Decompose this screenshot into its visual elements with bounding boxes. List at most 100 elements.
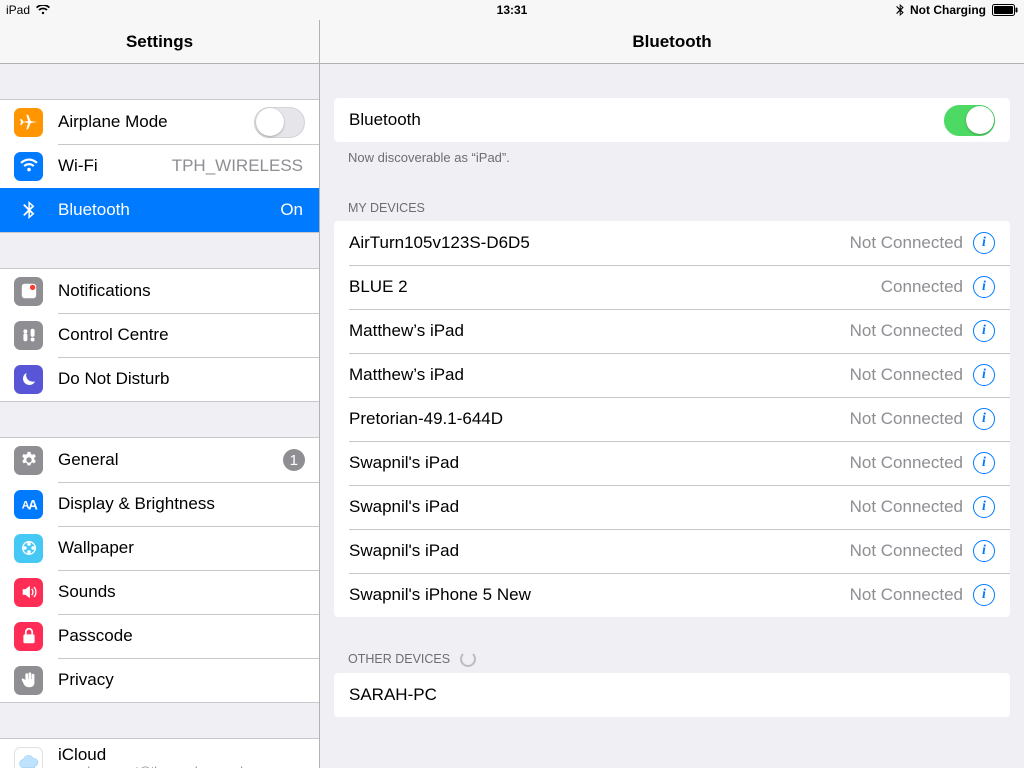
device-name: AirTurn105v123S-D6D5: [349, 233, 530, 253]
device-name: Pretorian-49.1-644D: [349, 409, 503, 429]
sidebar-item-label: Airplane Mode: [58, 112, 168, 132]
device-row[interactable]: BLUE 2 Connected i: [334, 265, 1010, 309]
other-devices-list: SARAH-PC: [334, 673, 1010, 717]
discoverable-note: Now discoverable as “iPad”.: [320, 142, 1024, 173]
bluetooth-icon: [14, 196, 43, 225]
bluetooth-status-icon: [896, 4, 904, 16]
wallpaper-icon: [14, 534, 43, 563]
airplane-toggle[interactable]: [254, 107, 305, 138]
device-status: Not Connected: [850, 365, 963, 385]
badge: 1: [283, 449, 305, 471]
bluetooth-toggle-label: Bluetooth: [349, 110, 421, 130]
bluetooth-toggle[interactable]: [944, 105, 995, 136]
moon-icon: [14, 365, 43, 394]
info-icon[interactable]: i: [973, 232, 995, 254]
device-name: Swapnil's iPad: [349, 453, 459, 473]
sidebar-item-notifications[interactable]: Notifications: [0, 269, 319, 313]
device-row[interactable]: AirTurn105v123S-D6D5 Not Connected i: [334, 221, 1010, 265]
sidebar-item-sounds[interactable]: Sounds: [0, 570, 319, 614]
device-name: Matthew’s iPad: [349, 365, 464, 385]
detail-pane: Bluetooth Now discoverable as “iPad”. MY…: [320, 64, 1024, 768]
other-device-row[interactable]: SARAH-PC: [334, 673, 1010, 717]
display-icon: AA: [14, 490, 43, 519]
device-status: Not Connected: [850, 453, 963, 473]
battery-icon: [992, 4, 1018, 16]
device-row[interactable]: Swapnil's iPhone 5 New Not Connected i: [334, 573, 1010, 617]
hand-icon: [14, 666, 43, 695]
device-row[interactable]: Swapnil's iPad Not Connected i: [334, 441, 1010, 485]
airplane-icon: [14, 108, 43, 137]
info-icon[interactable]: i: [973, 452, 995, 474]
sidebar-item-airplane[interactable]: Airplane Mode: [0, 100, 319, 144]
sidebar-item-label: Wallpaper: [58, 538, 134, 558]
sidebar-item-wallpaper[interactable]: Wallpaper: [0, 526, 319, 570]
other-devices-label: OTHER DEVICES: [348, 652, 450, 666]
settings-sidebar[interactable]: Airplane Mode Wi-Fi TPH_WIRELESS Bluetooth O…: [0, 64, 320, 768]
sidebar-item-label: Do Not Disturb: [58, 369, 169, 389]
nav-bar: Settings Bluetooth: [0, 20, 1024, 64]
device-status: Not Connected: [850, 585, 963, 605]
sidebar-item-controlcentre[interactable]: Control Centre: [0, 313, 319, 357]
device-name: SARAH-PC: [349, 685, 437, 705]
sidebar-item-passcode[interactable]: Passcode: [0, 614, 319, 658]
sidebar-item-label: Passcode: [58, 626, 133, 646]
sidebar-item-label: Privacy: [58, 670, 114, 690]
sidebar-item-label: Wi-Fi: [58, 156, 98, 176]
charging-label: Not Charging: [910, 3, 986, 17]
cloud-icon: [14, 747, 43, 768]
info-icon[interactable]: i: [973, 276, 995, 298]
gear-icon: [14, 446, 43, 475]
info-icon[interactable]: i: [973, 540, 995, 562]
bluetooth-toggle-row[interactable]: Bluetooth: [334, 98, 1010, 142]
device-status: Not Connected: [850, 321, 963, 341]
sidebar-item-label: Sounds: [58, 582, 116, 602]
sidebar-item-label: Control Centre: [58, 325, 169, 345]
sidebar-item-value: TPH_WIRELESS: [172, 156, 303, 176]
other-devices-header: OTHER DEVICES: [320, 645, 1024, 673]
sidebar-item-label: Notifications: [58, 281, 151, 301]
speaker-icon: [14, 578, 43, 607]
device-status: Not Connected: [850, 497, 963, 517]
device-status: Not Connected: [850, 541, 963, 561]
wifi-icon: [14, 152, 43, 181]
device-row[interactable]: Swapnil's iPadNot Connectedi: [334, 529, 1010, 573]
lock-icon: [14, 622, 43, 651]
sidebar-item-bluetooth[interactable]: Bluetooth On: [0, 188, 319, 232]
info-icon[interactable]: i: [973, 364, 995, 386]
bluetooth-toggle-group: Bluetooth: [334, 98, 1010, 142]
sidebar-item-label: Display & Brightness: [58, 494, 215, 514]
status-left: iPad: [6, 3, 50, 17]
nav-title-right: Bluetooth: [320, 20, 1024, 63]
my-devices-header: MY DEVICES: [320, 195, 1024, 221]
device-row[interactable]: Pretorian-49.1-644DNot Connectedi: [334, 397, 1010, 441]
status-bar: iPad 13:31 Not Charging: [0, 0, 1024, 20]
info-icon[interactable]: i: [973, 584, 995, 606]
device-name: BLUE 2: [349, 277, 408, 297]
device-row[interactable]: Swapnil's iPadNot Connectedi: [334, 485, 1010, 529]
device-name: Swapnil's iPhone 5 New: [349, 585, 531, 605]
nav-title-left: Settings: [0, 20, 320, 63]
svg-text:A: A: [28, 497, 38, 512]
control-centre-icon: [14, 321, 43, 350]
device-row[interactable]: Matthew’s iPad Not Connected i: [334, 353, 1010, 397]
sidebar-item-icloud[interactable]: iCloudsampleaccount@therapy-box.co.uk: [0, 739, 319, 768]
device-row[interactable]: Matthew’s iPad Not Connected i: [334, 309, 1010, 353]
info-icon[interactable]: i: [973, 408, 995, 430]
info-icon[interactable]: i: [973, 320, 995, 342]
device-status: Not Connected: [850, 233, 963, 253]
info-icon[interactable]: i: [973, 496, 995, 518]
wifi-icon: [36, 5, 50, 15]
sidebar-item-wifi[interactable]: Wi-Fi TPH_WIRELESS: [0, 144, 319, 188]
sidebar-item-display[interactable]: AA Display & Brightness: [0, 482, 319, 526]
sidebar-item-value: On: [280, 200, 303, 220]
device-label: iPad: [6, 3, 30, 17]
sidebar-item-general[interactable]: General1: [0, 438, 319, 482]
sidebar-item-dnd[interactable]: Do Not Disturb: [0, 357, 319, 401]
my-devices-list: AirTurn105v123S-D6D5Not ConnectediBLUE 2…: [334, 221, 1010, 617]
status-time: 13:31: [497, 3, 528, 17]
sidebar-item-label: Bluetooth: [58, 200, 130, 220]
sidebar-item-privacy[interactable]: Privacy: [0, 658, 319, 702]
device-name: Matthew’s iPad: [349, 321, 464, 341]
spinner-icon: [460, 651, 476, 667]
device-status: Connected: [881, 277, 963, 297]
